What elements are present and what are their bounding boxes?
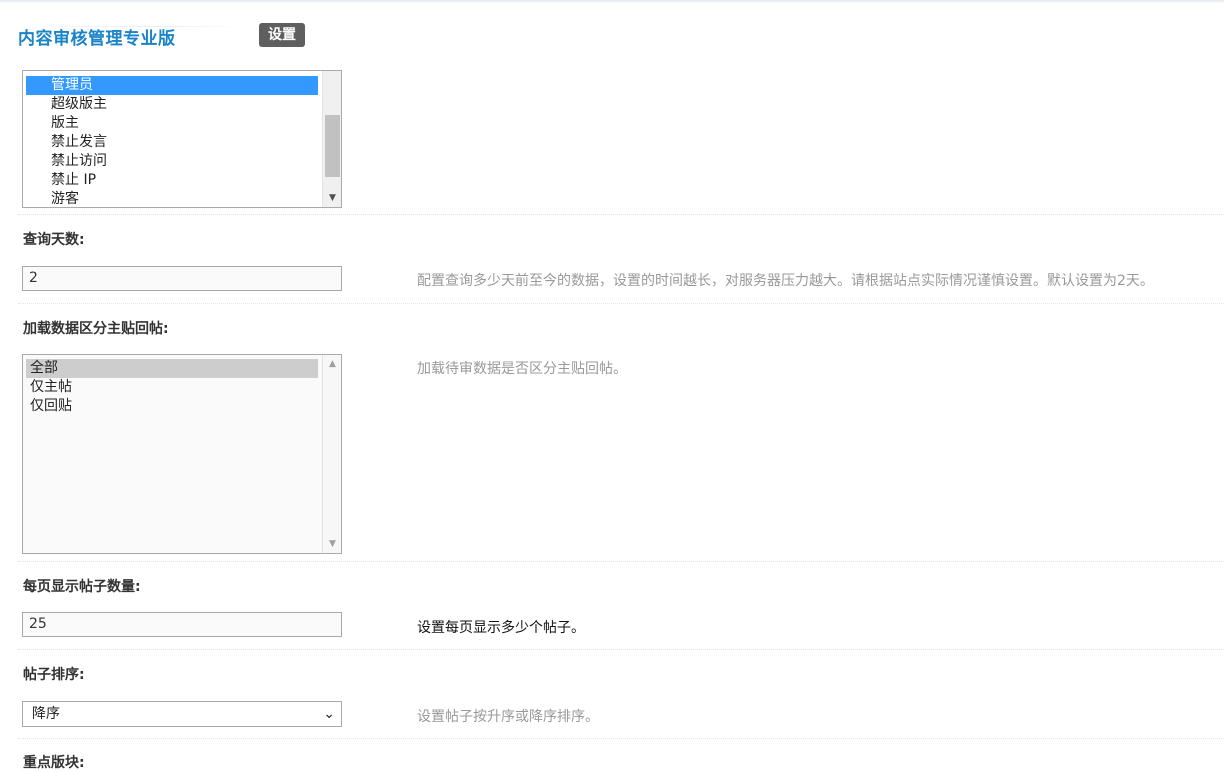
list-item[interactable]: 版主	[51, 114, 79, 133]
per-page-hint: 设置每页显示多少个帖子。	[417, 620, 585, 636]
section-divider	[18, 738, 1224, 739]
section-divider	[18, 303, 1224, 304]
load-mode-listbox[interactable]: 全部 仅主帖 仅回贴 ▲ ▼	[22, 354, 342, 554]
list-item[interactable]: 禁止 IP	[51, 171, 96, 190]
list-item[interactable]: 游客	[51, 190, 79, 207]
section-divider	[18, 561, 1224, 562]
list-item[interactable]: 禁止发言	[51, 133, 107, 152]
list-item-selected[interactable]: 管理员	[26, 76, 318, 95]
chevron-down-icon: ⌄	[323, 706, 335, 722]
load-mode-label: 加载数据区分主贴回帖:	[23, 321, 169, 337]
listbox-scrollbar[interactable]: ▲ ▼	[322, 355, 341, 553]
list-item-selected[interactable]: 全部	[26, 359, 318, 378]
tab-settings[interactable]: 设置	[259, 23, 305, 47]
scroll-up-icon[interactable]: ▲	[323, 355, 341, 373]
query-days-input[interactable]: 2	[22, 266, 342, 291]
sort-order-select[interactable]: 降序 ⌄	[22, 701, 342, 727]
load-mode-hint: 加载待审数据是否区分主贴回帖。	[417, 361, 627, 377]
section-divider	[18, 649, 1224, 650]
listbox-scrollbar[interactable]: ▼	[322, 71, 341, 207]
query-days-hint: 配置查询多少天前至今的数据，设置的时间越长，对服务器压力越大。请根据站点实际情况…	[417, 273, 1154, 289]
user-group-listbox[interactable]: ─ ─ ─ ─ 管理员 超级版主 版主 禁止发言 禁止访问 禁止 IP 游客 ▼	[22, 70, 342, 208]
list-item[interactable]: 仅主帖	[30, 378, 72, 397]
sort-order-hint: 设置帖子按升序或降序排序。	[417, 709, 599, 725]
app-title: 内容审核管理专业版	[18, 29, 176, 49]
top-border	[0, 0, 1224, 3]
sort-order-value: 降序	[32, 706, 60, 722]
scroll-down-icon[interactable]: ▼	[323, 189, 341, 207]
section-divider	[18, 214, 1224, 215]
per-page-label: 每页显示帖子数量:	[23, 579, 141, 595]
query-days-label: 查询天数:	[23, 232, 85, 248]
featured-forums-label: 重点版块:	[23, 755, 85, 771]
list-item[interactable]: 仅回贴	[30, 397, 72, 416]
sort-order-label: 帖子排序:	[23, 667, 85, 683]
scrollbar-thumb[interactable]	[325, 115, 340, 177]
scroll-down-icon[interactable]: ▼	[323, 535, 341, 553]
per-page-input[interactable]: 25	[22, 612, 342, 637]
list-item[interactable]: 超级版主	[51, 95, 107, 114]
list-item[interactable]: 禁止访问	[51, 152, 107, 171]
